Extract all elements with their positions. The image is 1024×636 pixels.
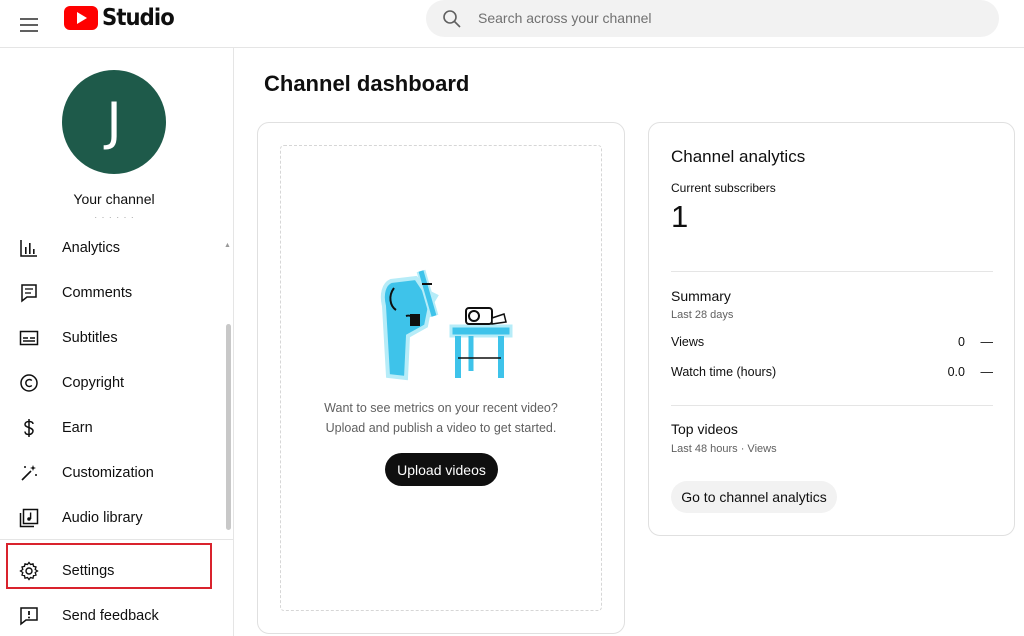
- sidebar-item-label: Analytics: [62, 240, 120, 256]
- channel-analytics-card: Channel analytics Current subscribers 1 …: [648, 122, 1015, 536]
- search-icon[interactable]: [442, 9, 462, 29]
- sidebar-item-send-feedback[interactable]: Send feedback: [0, 596, 224, 636]
- subscribers-label: Current subscribers: [671, 181, 776, 195]
- analytics-icon: [18, 237, 40, 259]
- sidebar: J Your channel · · · · · · ▲ Analytics C…: [0, 48, 234, 636]
- views-value: 0: [958, 335, 965, 349]
- audio-library-icon: [18, 507, 40, 529]
- top-videos-title: Top videos: [671, 421, 738, 437]
- sidebar-item-settings[interactable]: Settings: [0, 551, 224, 591]
- channel-name-truncated: · · · · · ·: [0, 210, 228, 218]
- dollar-icon: [18, 417, 40, 439]
- empty-state-line2: Upload and publish a video to get starte…: [281, 418, 601, 438]
- magic-wand-icon: [18, 462, 40, 484]
- studio-logo[interactable]: Studio: [64, 6, 180, 30]
- gear-icon: [18, 560, 40, 582]
- analytics-card-title: Channel analytics: [671, 147, 805, 167]
- search-input[interactable]: [478, 6, 978, 30]
- avatar[interactable]: J: [62, 70, 166, 174]
- summary-title: Summary: [671, 288, 731, 304]
- sidebar-item-label: Send feedback: [62, 608, 159, 624]
- page-title: Channel dashboard: [264, 71, 469, 97]
- sidebar-item-label: Customization: [62, 465, 154, 481]
- views-trend: —: [981, 335, 994, 349]
- watch-time-row: Watch time (hours) 0.0 —: [671, 365, 993, 383]
- views-row: Views 0 —: [671, 335, 993, 353]
- copyright-icon: [18, 372, 40, 394]
- sidebar-item-comments[interactable]: Comments: [0, 273, 224, 313]
- go-to-channel-analytics-button[interactable]: Go to channel analytics: [671, 481, 837, 513]
- sidebar-item-label: Comments: [62, 285, 132, 301]
- empty-state-text: Want to see metrics on your recent video…: [281, 398, 601, 438]
- sidebar-divider: [0, 539, 233, 540]
- views-label: Views: [671, 335, 704, 349]
- sidebar-item-label: Earn: [62, 420, 93, 436]
- analytics-divider: [671, 271, 993, 272]
- search-bar[interactable]: [426, 0, 999, 37]
- watch-time-trend: —: [981, 365, 994, 379]
- comments-icon: [18, 282, 40, 304]
- youtube-logo-icon: [64, 6, 98, 30]
- sidebar-item-earn[interactable]: Earn: [0, 408, 224, 448]
- sidebar-item-copyright[interactable]: Copyright: [0, 363, 224, 403]
- upload-videos-button[interactable]: Upload videos: [385, 453, 498, 486]
- sidebar-item-customization[interactable]: Customization: [0, 453, 224, 493]
- sidebar-item-analytics[interactable]: Analytics: [0, 228, 224, 268]
- latest-video-card: Want to see metrics on your recent video…: [257, 122, 625, 634]
- sidebar-scrollbar[interactable]: [226, 324, 231, 530]
- top-header: Studio: [0, 0, 1024, 48]
- your-channel-label[interactable]: Your channel: [0, 191, 228, 207]
- top-videos-period: Last 48 hours · Views: [671, 443, 777, 455]
- sidebar-item-label: Settings: [62, 563, 114, 579]
- avatar-letter: J: [106, 92, 121, 152]
- subtitles-icon: [18, 327, 40, 349]
- sidebar-item-label: Audio library: [62, 510, 143, 526]
- logo-text: Studio: [102, 5, 174, 31]
- watch-time-value: 0.0: [948, 365, 965, 379]
- sidebar-item-label: Copyright: [62, 375, 124, 391]
- sidebar-item-subtitles[interactable]: Subtitles: [0, 318, 224, 358]
- menu-icon[interactable]: [14, 8, 46, 40]
- empty-state-line1: Want to see metrics on your recent video…: [281, 398, 601, 418]
- summary-period: Last 28 days: [671, 309, 733, 321]
- subscribers-count: 1: [671, 199, 688, 235]
- scroll-up-arrow-icon[interactable]: ▲: [224, 242, 231, 249]
- sidebar-item-label: Subtitles: [62, 330, 118, 346]
- watch-time-label: Watch time (hours): [671, 365, 776, 379]
- upload-illustration-icon: [376, 266, 516, 388]
- sidebar-item-audio-library[interactable]: Audio library: [0, 498, 224, 538]
- analytics-divider: [671, 405, 993, 406]
- empty-state-container: Want to see metrics on your recent video…: [280, 145, 602, 611]
- feedback-icon: [18, 605, 40, 627]
